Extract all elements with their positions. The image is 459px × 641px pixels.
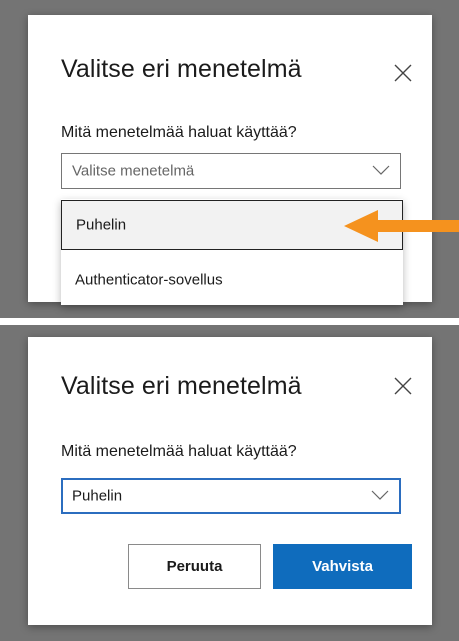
arrow-left-icon — [344, 209, 459, 248]
dialog-title: Valitse eri menetelmä — [61, 372, 302, 400]
select-value: Puhelin — [72, 487, 123, 505]
chevron-down-icon — [372, 162, 390, 180]
option-authenticator[interactable]: Authenticator-sovellus — [61, 255, 403, 305]
confirm-button[interactable]: Vahvista — [273, 544, 412, 589]
method-question-label: Mitä menetelmää haluat käyttää? — [61, 124, 297, 141]
cancel-button[interactable]: Peruuta — [128, 544, 261, 589]
divider — [0, 318, 459, 325]
chevron-down-icon — [371, 487, 389, 505]
dialog-title: Valitse eri menetelmä — [61, 55, 302, 83]
method-question-label: Mitä menetelmää haluat käyttää? — [61, 443, 297, 460]
option-label: Puhelin — [76, 216, 127, 234]
method-dialog-selected: Valitse eri menetelmä Mitä menetelmää ha… — [28, 337, 432, 625]
close-icon[interactable] — [392, 375, 414, 397]
method-select[interactable]: Puhelin — [61, 478, 401, 514]
close-icon[interactable] — [392, 62, 414, 84]
select-placeholder: Valitse menetelmä — [72, 162, 195, 180]
option-label: Authenticator-sovellus — [75, 271, 223, 289]
method-select[interactable]: Valitse menetelmä — [61, 153, 401, 189]
